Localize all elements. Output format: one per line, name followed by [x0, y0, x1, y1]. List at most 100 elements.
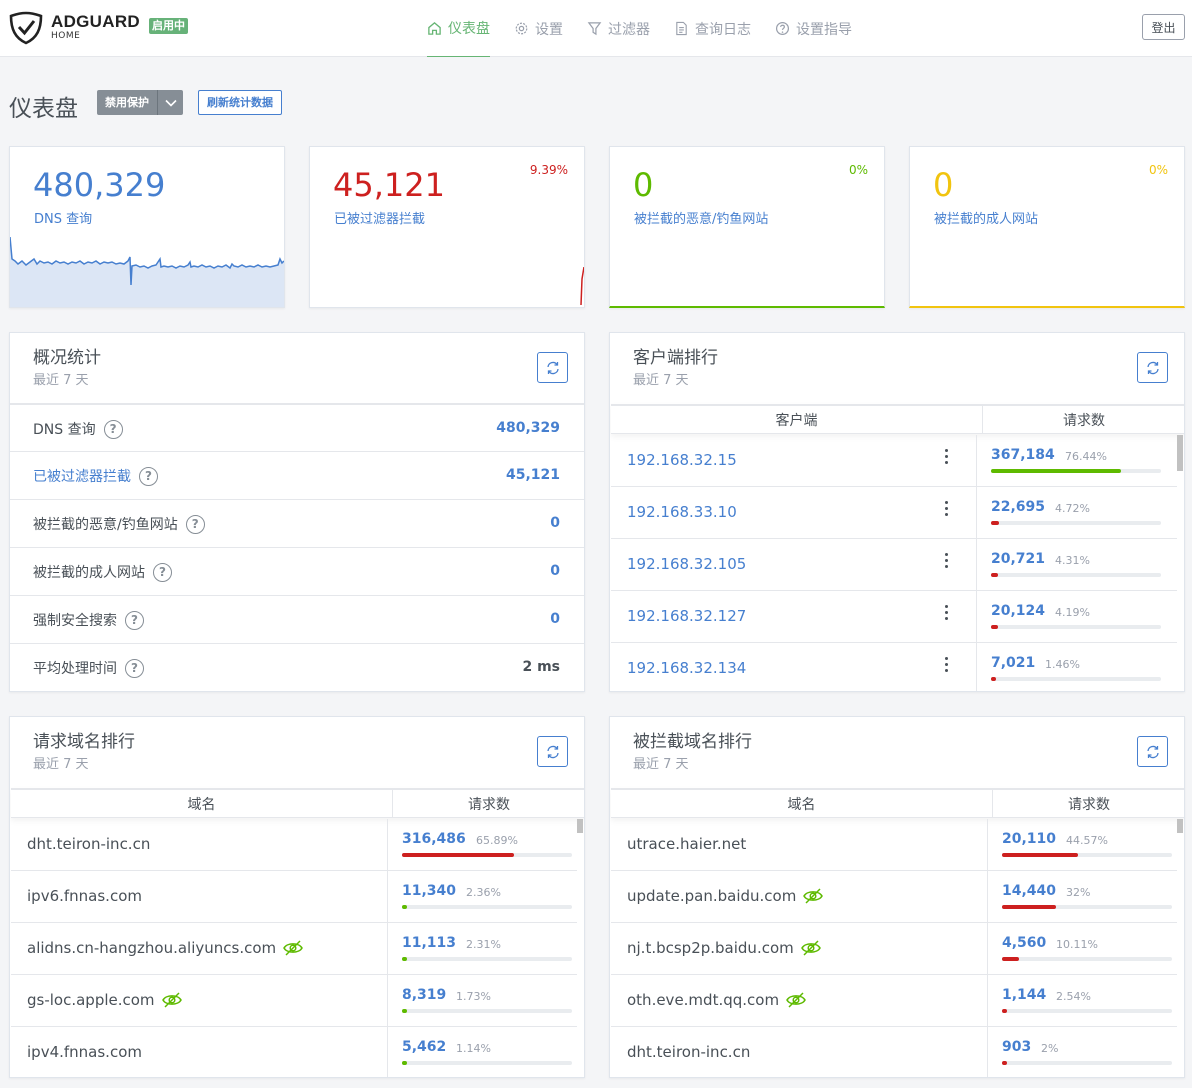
domain-name[interactable]: utrace.haier.net [627, 835, 746, 853]
request-count[interactable]: 14,440 [1002, 883, 1056, 899]
request-percent: 1.73% [456, 990, 491, 1003]
nav-setup-guide[interactable]: 设置指导 [775, 0, 852, 57]
nav-query-log[interactable]: 查询日志 [674, 0, 751, 57]
domain-name-text[interactable]: ipv6.fnnas.com [27, 887, 142, 905]
client-ip-link-text[interactable]: 192.168.33.10 [627, 503, 737, 521]
client-ip-link-text[interactable]: 192.168.32.127 [627, 607, 746, 625]
request-count[interactable]: 7,021 [991, 655, 1035, 671]
cell-divider [387, 871, 388, 923]
request-count[interactable]: 20,721 [991, 551, 1045, 567]
client-ip-link[interactable]: 192.168.32.105 [627, 555, 746, 573]
domain-name-text[interactable]: ipv4.fnnas.com [27, 1043, 142, 1061]
request-count[interactable]: 5,462 [402, 1039, 446, 1055]
nav-dashboard[interactable]: 仪表盘 [427, 0, 490, 57]
client-ip-link-text[interactable]: 192.168.32.134 [627, 659, 746, 677]
refresh-button[interactable] [537, 736, 568, 767]
more-actions-icon[interactable] [945, 449, 949, 467]
brand-name: ADGUARD [51, 12, 140, 31]
adguard-shield-logo[interactable] [9, 11, 43, 45]
column-header-requests[interactable]: 请求数 [993, 790, 1184, 818]
domain-name[interactable]: gs-loc.apple.com [27, 991, 183, 1009]
domain-name[interactable]: ipv6.fnnas.com [27, 887, 142, 905]
request-count[interactable]: 22,695 [991, 499, 1045, 515]
client-ip-link[interactable]: 192.168.32.134 [627, 659, 746, 677]
domain-name-text[interactable]: utrace.haier.net [627, 835, 746, 853]
refresh-stats-button[interactable]: 刷新统计数据 [198, 90, 282, 115]
request-count[interactable]: 11,113 [402, 935, 456, 951]
domain-name-text[interactable]: oth.eve.mdt.qq.com [627, 991, 779, 1009]
domain-name[interactable]: update.pan.baidu.com [627, 887, 824, 905]
domain-name[interactable]: dht.teiron-inc.cn [27, 835, 150, 853]
help-icon[interactable]: ? [103, 419, 123, 439]
client-ip-link-text[interactable]: 192.168.32.15 [627, 451, 737, 469]
domain-name[interactable]: oth.eve.mdt.qq.com [627, 991, 807, 1009]
domain-name-text[interactable]: dht.teiron-inc.cn [27, 835, 150, 853]
column-header-requests[interactable]: 请求数 [393, 790, 584, 818]
request-count[interactable]: 20,110 [1002, 831, 1056, 847]
eye-slash-icon[interactable] [800, 939, 822, 957]
stat-value: 0 [933, 166, 954, 204]
refresh-button[interactable] [537, 352, 568, 383]
chevron-down-icon [164, 99, 177, 107]
client-ip-link-text[interactable]: 192.168.32.105 [627, 555, 746, 573]
more-actions-icon[interactable] [945, 657, 949, 675]
scrollbar[interactable] [577, 819, 583, 833]
scrollbar[interactable] [1177, 435, 1183, 471]
brand[interactable]: ADGUARD HOME [51, 12, 140, 41]
nav-filters[interactable]: 过滤器 [587, 0, 650, 57]
progress-bar-fill [402, 853, 514, 857]
request-count[interactable]: 1,144 [1002, 987, 1046, 1003]
domain-name-text[interactable]: nj.t.bcsp2p.baidu.com [627, 939, 794, 957]
column-header-domain[interactable]: 域名 [11, 790, 393, 818]
help-icon[interactable]: ? [139, 466, 158, 486]
help-icon[interactable]: ? [125, 658, 144, 678]
eye-slash-icon[interactable] [802, 887, 824, 905]
request-count[interactable]: 11,340 [402, 883, 456, 899]
more-actions-icon[interactable] [945, 605, 949, 623]
request-count[interactable]: 367,184 [991, 447, 1055, 463]
disable-protection-dropdown[interactable] [157, 90, 183, 115]
domain-name[interactable]: ipv4.fnnas.com [27, 1043, 142, 1061]
request-count[interactable]: 316,486 [402, 831, 466, 847]
more-actions-icon[interactable] [945, 501, 949, 519]
row-label-text[interactable]: 已被过滤器拦截 [33, 466, 131, 486]
domain-name-text[interactable]: dht.teiron-inc.cn [627, 1043, 750, 1061]
help-icon[interactable]: ? [125, 610, 144, 630]
request-count[interactable]: 4,560 [1002, 935, 1046, 951]
refresh-button[interactable] [1137, 352, 1168, 383]
client-ip-link[interactable]: 192.168.33.10 [627, 503, 737, 521]
eye-slash-icon[interactable] [785, 991, 807, 1009]
nav-settings[interactable]: 设置 [514, 0, 563, 57]
domain-name-text[interactable]: update.pan.baidu.com [627, 887, 796, 905]
request-count[interactable]: 20,124 [991, 603, 1045, 619]
eye-slash-icon[interactable] [161, 991, 183, 1009]
domain-name-text[interactable]: gs-loc.apple.com [27, 991, 155, 1009]
row-label: 强制安全搜索? [33, 610, 144, 630]
scrollbar[interactable] [1177, 819, 1183, 833]
domain-name[interactable]: alidns.cn-hangzhou.aliyuncs.com [27, 939, 304, 957]
refresh-button[interactable] [1137, 736, 1168, 767]
client-ip-link[interactable]: 192.168.32.127 [627, 607, 746, 625]
client-ip-link[interactable]: 192.168.32.15 [627, 451, 737, 469]
overview-row-blocked[interactable]: 已被过滤器拦截? 45,121 [10, 451, 584, 499]
nav-setup-guide-label: 设置指导 [796, 21, 852, 38]
eye-slash-icon[interactable] [282, 939, 304, 957]
column-header-client[interactable]: 客户端 [611, 406, 983, 434]
more-actions-icon[interactable] [945, 553, 949, 571]
progress-bar-fill [991, 469, 1121, 473]
request-count[interactable]: 903 [1002, 1039, 1031, 1055]
help-icon[interactable]: ? [153, 562, 172, 582]
domain-name-text[interactable]: alidns.cn-hangzhou.aliyuncs.com [27, 939, 276, 957]
card-title: 概况统计 [33, 348, 101, 368]
domain-name[interactable]: dht.teiron-inc.cn [627, 1043, 750, 1061]
column-header-requests[interactable]: 请求数 [983, 406, 1184, 434]
help-icon[interactable]: ? [185, 514, 205, 534]
disable-protection-button[interactable]: 禁用保护 [97, 90, 183, 115]
row-label[interactable]: 已被过滤器拦截? [33, 466, 158, 486]
logout-button[interactable]: 登出 [1142, 14, 1185, 40]
request-count[interactable]: 8,319 [402, 987, 446, 1003]
stat-card-malware: 0 被拦截的恶意/钓鱼网站 0% [609, 146, 885, 308]
request-percent: 2.36% [466, 886, 501, 899]
column-header-domain[interactable]: 域名 [611, 790, 993, 818]
domain-name[interactable]: nj.t.bcsp2p.baidu.com [627, 939, 822, 957]
